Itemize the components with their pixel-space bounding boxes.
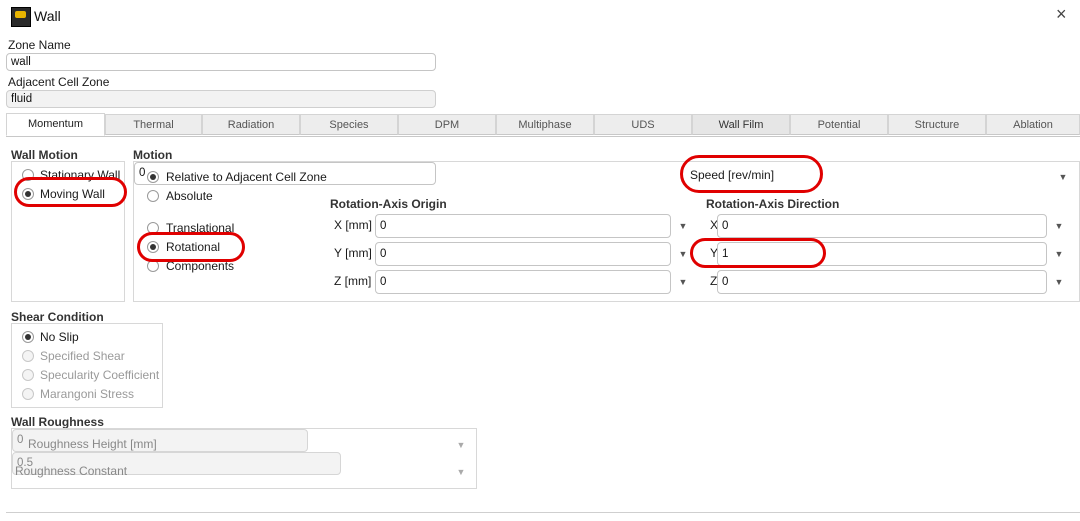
no-slip-radio[interactable] xyxy=(22,331,34,343)
origin-z-input[interactable]: 0 xyxy=(375,270,671,294)
zone-name-label: Zone Name xyxy=(8,38,71,52)
specularity-coefficient-label: Specularity Coefficient xyxy=(40,368,160,382)
marangoni-stress-label: Marangoni Stress xyxy=(40,387,135,401)
tab-wall-film[interactable]: Wall Film xyxy=(692,114,790,135)
adjacent-cell-zone-label: Adjacent Cell Zone xyxy=(8,75,110,89)
close-icon[interactable]: × xyxy=(1056,4,1067,25)
absolute-radio[interactable] xyxy=(147,190,159,202)
wall-motion-title: Wall Motion xyxy=(11,148,78,162)
roughness-height-label: Roughness Height [mm] xyxy=(28,437,157,451)
roughness-constant-dropdown-icon[interactable]: ▼ xyxy=(456,467,466,477)
app-icon xyxy=(11,7,31,27)
zone-name-input[interactable]: wall xyxy=(6,53,436,71)
tab-dpm[interactable]: DPM xyxy=(398,114,496,135)
bottom-divider xyxy=(6,512,1080,513)
axis-direction-title: Rotation-Axis Direction xyxy=(706,197,840,211)
no-slip-label: No Slip xyxy=(40,330,79,344)
tab-ablation[interactable]: Ablation xyxy=(986,114,1080,135)
tab-species[interactable]: Species xyxy=(300,114,398,135)
highlight-rotational xyxy=(137,232,245,262)
direction-z-dropdown-icon[interactable]: ▼ xyxy=(1054,277,1064,287)
wall-roughness-title: Wall Roughness xyxy=(11,415,104,429)
motion-title: Motion xyxy=(133,148,173,162)
direction-y-dropdown-icon[interactable]: ▼ xyxy=(1054,249,1064,259)
specularity-coefficient-radio[interactable] xyxy=(22,369,34,381)
origin-y-input[interactable]: 0 xyxy=(375,242,671,266)
highlight-direction-y xyxy=(690,238,826,268)
roughness-height-dropdown-icon[interactable]: ▼ xyxy=(456,440,466,450)
specified-shear-radio[interactable] xyxy=(22,350,34,362)
axis-origin-title: Rotation-Axis Origin xyxy=(330,197,447,211)
origin-x-dropdown-icon[interactable]: ▼ xyxy=(678,221,688,231)
origin-y-label: Y [mm] xyxy=(334,246,372,260)
tab-structure[interactable]: Structure xyxy=(888,114,986,135)
origin-z-label: Z [mm] xyxy=(334,274,372,288)
shear-condition-title: Shear Condition xyxy=(11,310,104,324)
origin-z-dropdown-icon[interactable]: ▼ xyxy=(678,277,688,287)
tab-bar: Momentum Thermal Radiation Species DPM M… xyxy=(6,113,1080,136)
direction-x-input[interactable]: 0 xyxy=(717,214,1047,238)
speed-dropdown-icon[interactable]: ▼ xyxy=(1058,172,1068,182)
window-title: Wall xyxy=(34,8,61,24)
specified-shear-label: Specified Shear xyxy=(40,349,125,363)
roughness-constant-label: Roughness Constant xyxy=(15,464,128,478)
wall-roughness-group: Roughness Height [mm] 0 ▼ Roughness Cons… xyxy=(11,428,477,489)
origin-y-dropdown-icon[interactable]: ▼ xyxy=(678,249,688,259)
highlight-moving-wall xyxy=(14,177,127,207)
absolute-label: Absolute xyxy=(166,189,213,203)
origin-x-input[interactable]: 0 xyxy=(375,214,671,238)
tab-multiphase[interactable]: Multiphase xyxy=(496,114,594,135)
shear-condition-group: No Slip Specified Shear Specularity Coef… xyxy=(11,323,163,408)
direction-z-input[interactable]: 0 xyxy=(717,270,1047,294)
direction-x-dropdown-icon[interactable]: ▼ xyxy=(1054,221,1064,231)
tab-thermal[interactable]: Thermal xyxy=(105,114,202,135)
tab-potential[interactable]: Potential xyxy=(790,114,888,135)
relative-to-zone-radio[interactable] xyxy=(147,171,159,183)
tab-uds[interactable]: UDS xyxy=(594,114,692,135)
relative-to-zone-label: Relative to Adjacent Cell Zone xyxy=(166,170,327,184)
tab-radiation[interactable]: Radiation xyxy=(202,114,300,135)
marangoni-stress-radio[interactable] xyxy=(22,388,34,400)
origin-x-label: X [mm] xyxy=(334,218,372,232)
tab-momentum[interactable]: Momentum xyxy=(6,113,105,136)
highlight-speed xyxy=(680,155,823,193)
adjacent-cell-zone-field: fluid xyxy=(6,90,436,108)
title-bar xyxy=(0,0,1080,32)
